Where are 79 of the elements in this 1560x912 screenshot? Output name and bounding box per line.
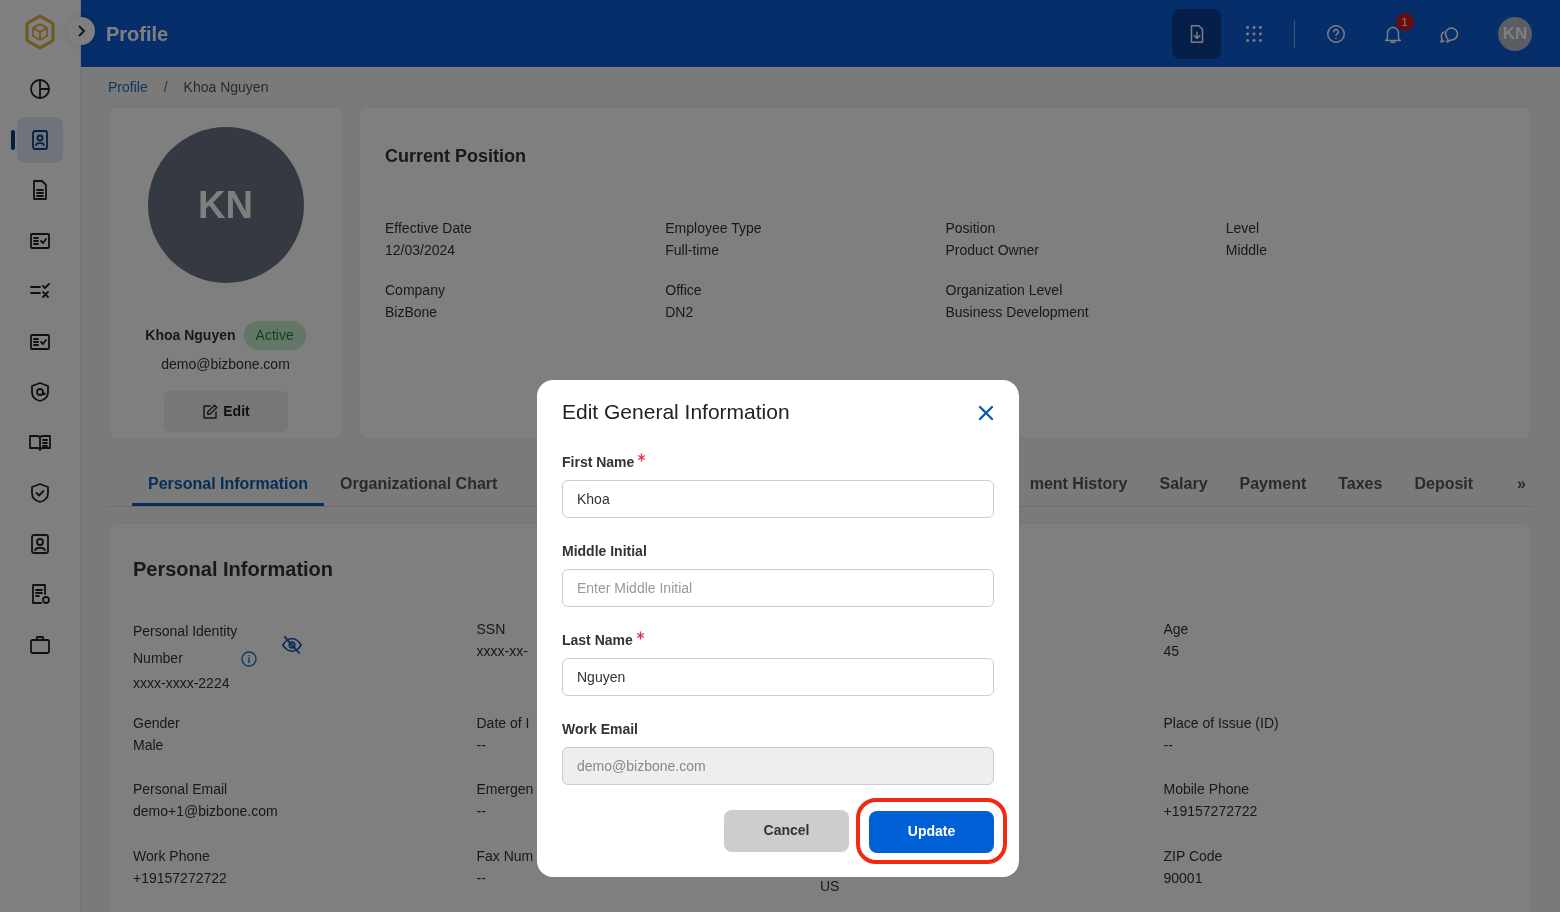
shield-icon — [28, 380, 52, 404]
input-field[interactable]: Nguyen — [562, 657, 994, 696]
dialog-title: Edit General Information — [562, 399, 790, 425]
status-pill: Active — [243, 321, 306, 350]
field-label: Effective Date — [385, 219, 472, 238]
id-badge-icon — [28, 531, 52, 556]
update-button[interactable]: Update — [869, 810, 994, 853]
field-label: Employee Type — [665, 219, 762, 238]
field-value: Male — [133, 736, 164, 755]
edit-button[interactable]: Edit — [163, 391, 288, 432]
field-value: -- — [476, 736, 486, 755]
chevron-right-icon — [76, 25, 86, 37]
field-label: Position — [945, 219, 996, 238]
field-value: 12/03/2024 — [385, 241, 456, 260]
field-value: Product Owner — [945, 241, 1039, 260]
field-value: demo+1@bizbone.com — [133, 802, 278, 821]
field-label: Office — [665, 281, 702, 300]
field-label: Work Email — [562, 719, 639, 739]
field-label: Work Phone — [133, 847, 210, 866]
field-label: Age — [1163, 620, 1189, 639]
field-label: Gender — [133, 714, 180, 733]
field-label: Personal Email — [133, 780, 228, 799]
close-icon — [978, 404, 994, 421]
field-value: -- — [476, 869, 486, 888]
field-label: SSN — [476, 620, 506, 639]
notifications-button[interactable]: 1 — [1368, 8, 1417, 59]
field-value: +19157272722 — [1163, 802, 1258, 821]
download-button[interactable] — [1172, 8, 1221, 59]
field-value: Full-time — [665, 241, 719, 260]
field-value: Business Development — [945, 303, 1089, 322]
breadcrumb-link[interactable]: Profile — [108, 77, 148, 98]
input-field[interactable]: Enter Middle Initial — [562, 568, 994, 607]
breadcrumb-current: Khoa Nguyen — [183, 78, 269, 97]
page-title: Profile — [106, 21, 169, 47]
field-label: Emergen — [476, 780, 534, 799]
hexagon-logo — [24, 14, 56, 50]
field-label: Middle Initial — [562, 541, 648, 561]
breadcrumb-separator: / — [163, 78, 168, 97]
field-value: Middle — [1225, 241, 1267, 260]
field-value: DN2 — [665, 303, 694, 322]
field-label: ZIP Code — [1163, 847, 1223, 866]
tab[interactable]: Taxes — [1322, 472, 1399, 506]
section-title: Personal Information — [133, 557, 334, 582]
tab[interactable]: ment History — [1013, 472, 1144, 506]
info-icon — [241, 651, 257, 667]
tab[interactable]: Deposit — [1398, 472, 1490, 506]
profile-name: Khoa Nguyen — [145, 326, 236, 345]
input-field[interactable]: Khoa — [562, 479, 994, 518]
field-label: Level — [1225, 219, 1260, 238]
tab[interactable]: Salary — [1143, 472, 1224, 506]
field-value: US — [820, 877, 840, 896]
field-value: 45 — [1163, 642, 1180, 661]
notification-count: 1 — [1395, 13, 1414, 32]
pie-chart-icon — [28, 77, 52, 101]
field-label: Date of I — [476, 714, 530, 733]
eye-slash-icon — [281, 635, 303, 655]
field-label: Place of Issue (ID) — [1163, 714, 1279, 733]
cancel-button[interactable]: Cancel — [724, 809, 849, 852]
field-value: 90001 — [1163, 869, 1203, 888]
field-label: Organization Level — [945, 281, 1063, 300]
field-value: xxxx-xxxx-2224 — [133, 674, 230, 693]
section-title: Current Position — [385, 145, 527, 168]
profile-email: demo@bizbone.com — [161, 355, 290, 374]
avatar-initials: KN — [147, 127, 304, 283]
field-value: +19157272722 — [133, 869, 227, 888]
field-label: Company — [385, 281, 445, 300]
more-tabs-button[interactable]: » — [1501, 472, 1532, 506]
shield-check-icon — [28, 481, 52, 505]
tab[interactable]: Payment — [1223, 472, 1323, 506]
edit-icon — [201, 402, 220, 421]
field-label: Fax Num — [476, 847, 534, 866]
field-value: -- — [1163, 736, 1173, 755]
field-value: BizBone — [385, 303, 438, 322]
field-label: Mobile Phone — [1163, 780, 1250, 799]
field-value: -- — [476, 802, 486, 821]
tab[interactable]: Organizational Chart — [324, 472, 514, 506]
field-value: xxxx-xx- — [476, 642, 528, 661]
tab[interactable]: Personal Information — [132, 472, 325, 506]
help-icon — [1324, 22, 1347, 45]
